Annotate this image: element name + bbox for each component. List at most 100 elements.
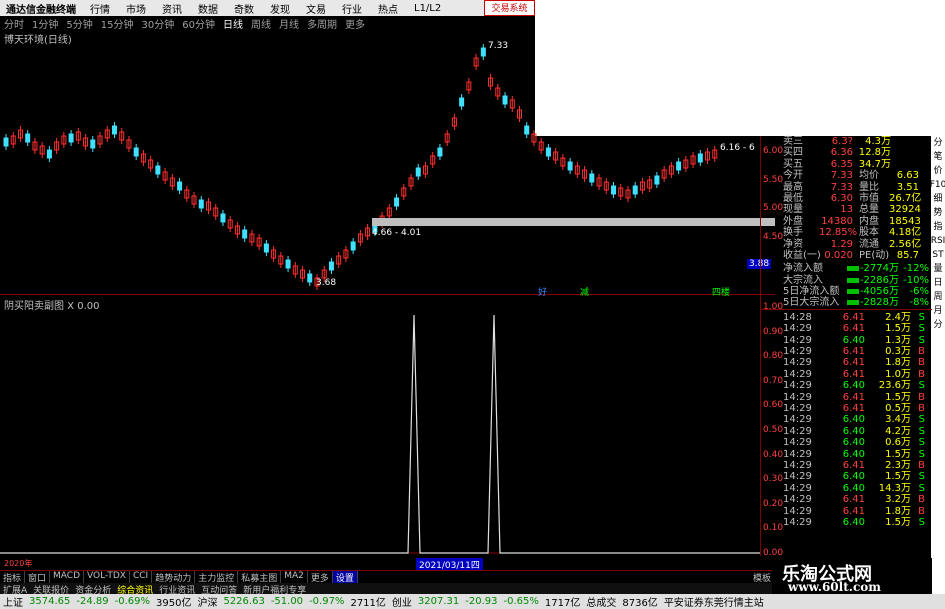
trade-time: 14:29 bbox=[783, 516, 812, 528]
trade-price: 6.41 bbox=[842, 505, 865, 517]
candle-body bbox=[676, 161, 682, 171]
trade-price: 6.41 bbox=[842, 311, 865, 323]
candle-body bbox=[567, 161, 573, 171]
indicator-chart[interactable] bbox=[0, 305, 760, 555]
period-tab-5min[interactable]: 5分钟 bbox=[62, 16, 96, 31]
period-tab-60min[interactable]: 60分钟 bbox=[178, 16, 219, 31]
tab-private-main[interactable]: 私募主图 bbox=[238, 571, 282, 584]
quote-label: 卖三 bbox=[783, 136, 803, 147]
menu-item-news[interactable]: 资讯 bbox=[154, 1, 190, 16]
vertical-tab[interactable]: 周 bbox=[933, 290, 942, 304]
tab-more[interactable]: 更多 bbox=[308, 571, 333, 584]
trade-time: 14:29 bbox=[783, 459, 812, 471]
tab-vol-tdx[interactable]: VOL-TDX bbox=[84, 571, 130, 583]
period-tab-multi[interactable]: 多周期 bbox=[303, 16, 341, 31]
menu-item-l1l2[interactable]: L1/L2 bbox=[406, 3, 449, 14]
candlestick-chart[interactable] bbox=[0, 40, 760, 295]
subtab-qa[interactable]: 互动问答 bbox=[198, 583, 240, 596]
broker-name[interactable]: 平安证券东莞行情主站 bbox=[661, 594, 767, 609]
subtab-industry-news[interactable]: 行业资讯 bbox=[156, 583, 198, 596]
menu-item-trade[interactable]: 文易 bbox=[298, 1, 334, 16]
trade-row: 14:29 6.40 1.5万 S bbox=[761, 449, 932, 460]
tab-ma2[interactable]: MA2 bbox=[281, 571, 308, 583]
vertical-tab[interactable]: 笔 bbox=[933, 150, 942, 164]
subtab-related[interactable]: 关联报价 bbox=[30, 583, 72, 596]
menu-item-extra[interactable]: 奇数 bbox=[226, 1, 262, 16]
vertical-tab[interactable]: RSI bbox=[931, 234, 945, 248]
tab-settings[interactable]: 设置 bbox=[332, 571, 358, 584]
candle-body bbox=[632, 185, 638, 195]
trade-price: 6.40 bbox=[842, 414, 865, 426]
period-tab-30min[interactable]: 30分钟 bbox=[137, 16, 178, 31]
subtab-fund[interactable]: 资金分析 bbox=[72, 583, 114, 596]
tab-window[interactable]: 窗口 bbox=[25, 571, 51, 584]
trade-direction: S bbox=[918, 380, 925, 392]
quote-row: 换手 12.85% 股本 4.18亿 bbox=[761, 227, 932, 238]
quote-row: 外盘 14380 内盘 18543 bbox=[761, 216, 932, 227]
flow-pct: -10% bbox=[903, 274, 929, 286]
tab-cci[interactable]: CCI bbox=[130, 571, 153, 583]
vertical-tab[interactable]: 分 bbox=[933, 136, 942, 150]
vertical-tab[interactable]: 细 bbox=[933, 192, 942, 206]
total-amount: 8736亿 bbox=[622, 598, 658, 609]
quote-row: 卖三 6.3? 4.3万 bbox=[761, 136, 932, 147]
trade-price: 6.41 bbox=[842, 346, 865, 358]
period-tab-1min[interactable]: 1分钟 bbox=[28, 16, 62, 31]
menu-item-discover[interactable]: 发现 bbox=[262, 1, 298, 16]
trade-row: 14:29 6.41 1.5万 S bbox=[761, 323, 932, 334]
trade-direction: B bbox=[918, 505, 925, 517]
flow-bar bbox=[847, 289, 859, 295]
candle-body bbox=[480, 47, 486, 57]
vertical-tab[interactable]: F10 bbox=[930, 178, 945, 192]
vertical-tab[interactable]: 指 bbox=[933, 220, 942, 234]
menu-item-market[interactable]: 市场 bbox=[118, 1, 154, 16]
trade-system-logo[interactable]: 交易系统 bbox=[484, 0, 535, 16]
trade-time: 14:29 bbox=[783, 346, 812, 358]
range-label: 4.66 - 4.01 bbox=[372, 228, 422, 238]
sh-label[interactable]: 上证 bbox=[0, 594, 26, 609]
period-tab-weekly[interactable]: 周线 bbox=[247, 16, 275, 31]
right-mark: 6.16 - 6 bbox=[720, 143, 755, 153]
trade-row: 14:29 6.40 4.2万 S bbox=[761, 426, 932, 437]
menu-item-hot[interactable]: 热点 bbox=[370, 1, 406, 16]
trade-volume: 14.3万 bbox=[878, 482, 911, 494]
trade-volume: 1.0万 bbox=[885, 368, 911, 380]
period-tab-daily[interactable]: 日线 bbox=[219, 16, 247, 31]
vertical-tab[interactable]: 月 bbox=[933, 304, 942, 318]
trade-volume: 4.2万 bbox=[885, 425, 911, 437]
period-tab-more[interactable]: 更多 bbox=[341, 16, 369, 31]
subtab-news[interactable]: 综合资讯 bbox=[114, 583, 156, 596]
menu-item-industry[interactable]: 行业 bbox=[334, 1, 370, 16]
trade-volume: 1.5万 bbox=[885, 391, 911, 403]
tab-trend-power[interactable]: 趋势动力 bbox=[152, 571, 196, 584]
vertical-tab[interactable]: ST bbox=[932, 248, 943, 262]
tab-indicator[interactable]: 指标 bbox=[0, 571, 26, 584]
cy-label[interactable]: 创业 bbox=[389, 594, 415, 609]
tab-main-monitor[interactable]: 主力监控 bbox=[195, 571, 239, 584]
vertical-tab[interactable]: 分 bbox=[933, 318, 942, 332]
quote-volume: 总量 bbox=[859, 204, 879, 216]
tab-macd[interactable]: MACD bbox=[50, 571, 85, 583]
vertical-tab[interactable]: 日 bbox=[933, 276, 942, 290]
subtab-extend[interactable]: 扩展A bbox=[0, 583, 30, 596]
trade-time: 14:29 bbox=[783, 448, 812, 460]
period-tab-monthly[interactable]: 月线 bbox=[275, 16, 303, 31]
trade-row: 14:29 6.41 1.8万 B bbox=[761, 506, 932, 517]
candle-body bbox=[285, 259, 291, 269]
quote-price: 0.020 bbox=[824, 249, 853, 261]
subtab-welfare[interactable]: 新用户福利专享 bbox=[240, 583, 309, 596]
quote-volume: 量比 bbox=[859, 181, 879, 193]
sz-label[interactable]: 沪深 bbox=[194, 594, 220, 609]
trade-direction: B bbox=[918, 346, 925, 358]
menu-item-data[interactable]: 数据 bbox=[190, 1, 226, 16]
vertical-tab[interactable]: 势 bbox=[933, 206, 942, 220]
period-tab-intraday[interactable]: 分时 bbox=[0, 16, 28, 31]
vertical-tab[interactable]: 量 bbox=[933, 262, 942, 276]
menu-item-quotes[interactable]: 行情 bbox=[82, 1, 118, 16]
vertical-tab[interactable]: 价 bbox=[933, 164, 942, 178]
quote-row: 今开 7.33 均价 6.63 bbox=[761, 170, 932, 181]
quote-price: 6.3? bbox=[831, 136, 853, 147]
period-tab-15min[interactable]: 15分钟 bbox=[97, 16, 138, 31]
trade-row: 14:29 6.41 2.3万 B bbox=[761, 460, 932, 471]
quote-label: 外盘 bbox=[783, 215, 803, 227]
